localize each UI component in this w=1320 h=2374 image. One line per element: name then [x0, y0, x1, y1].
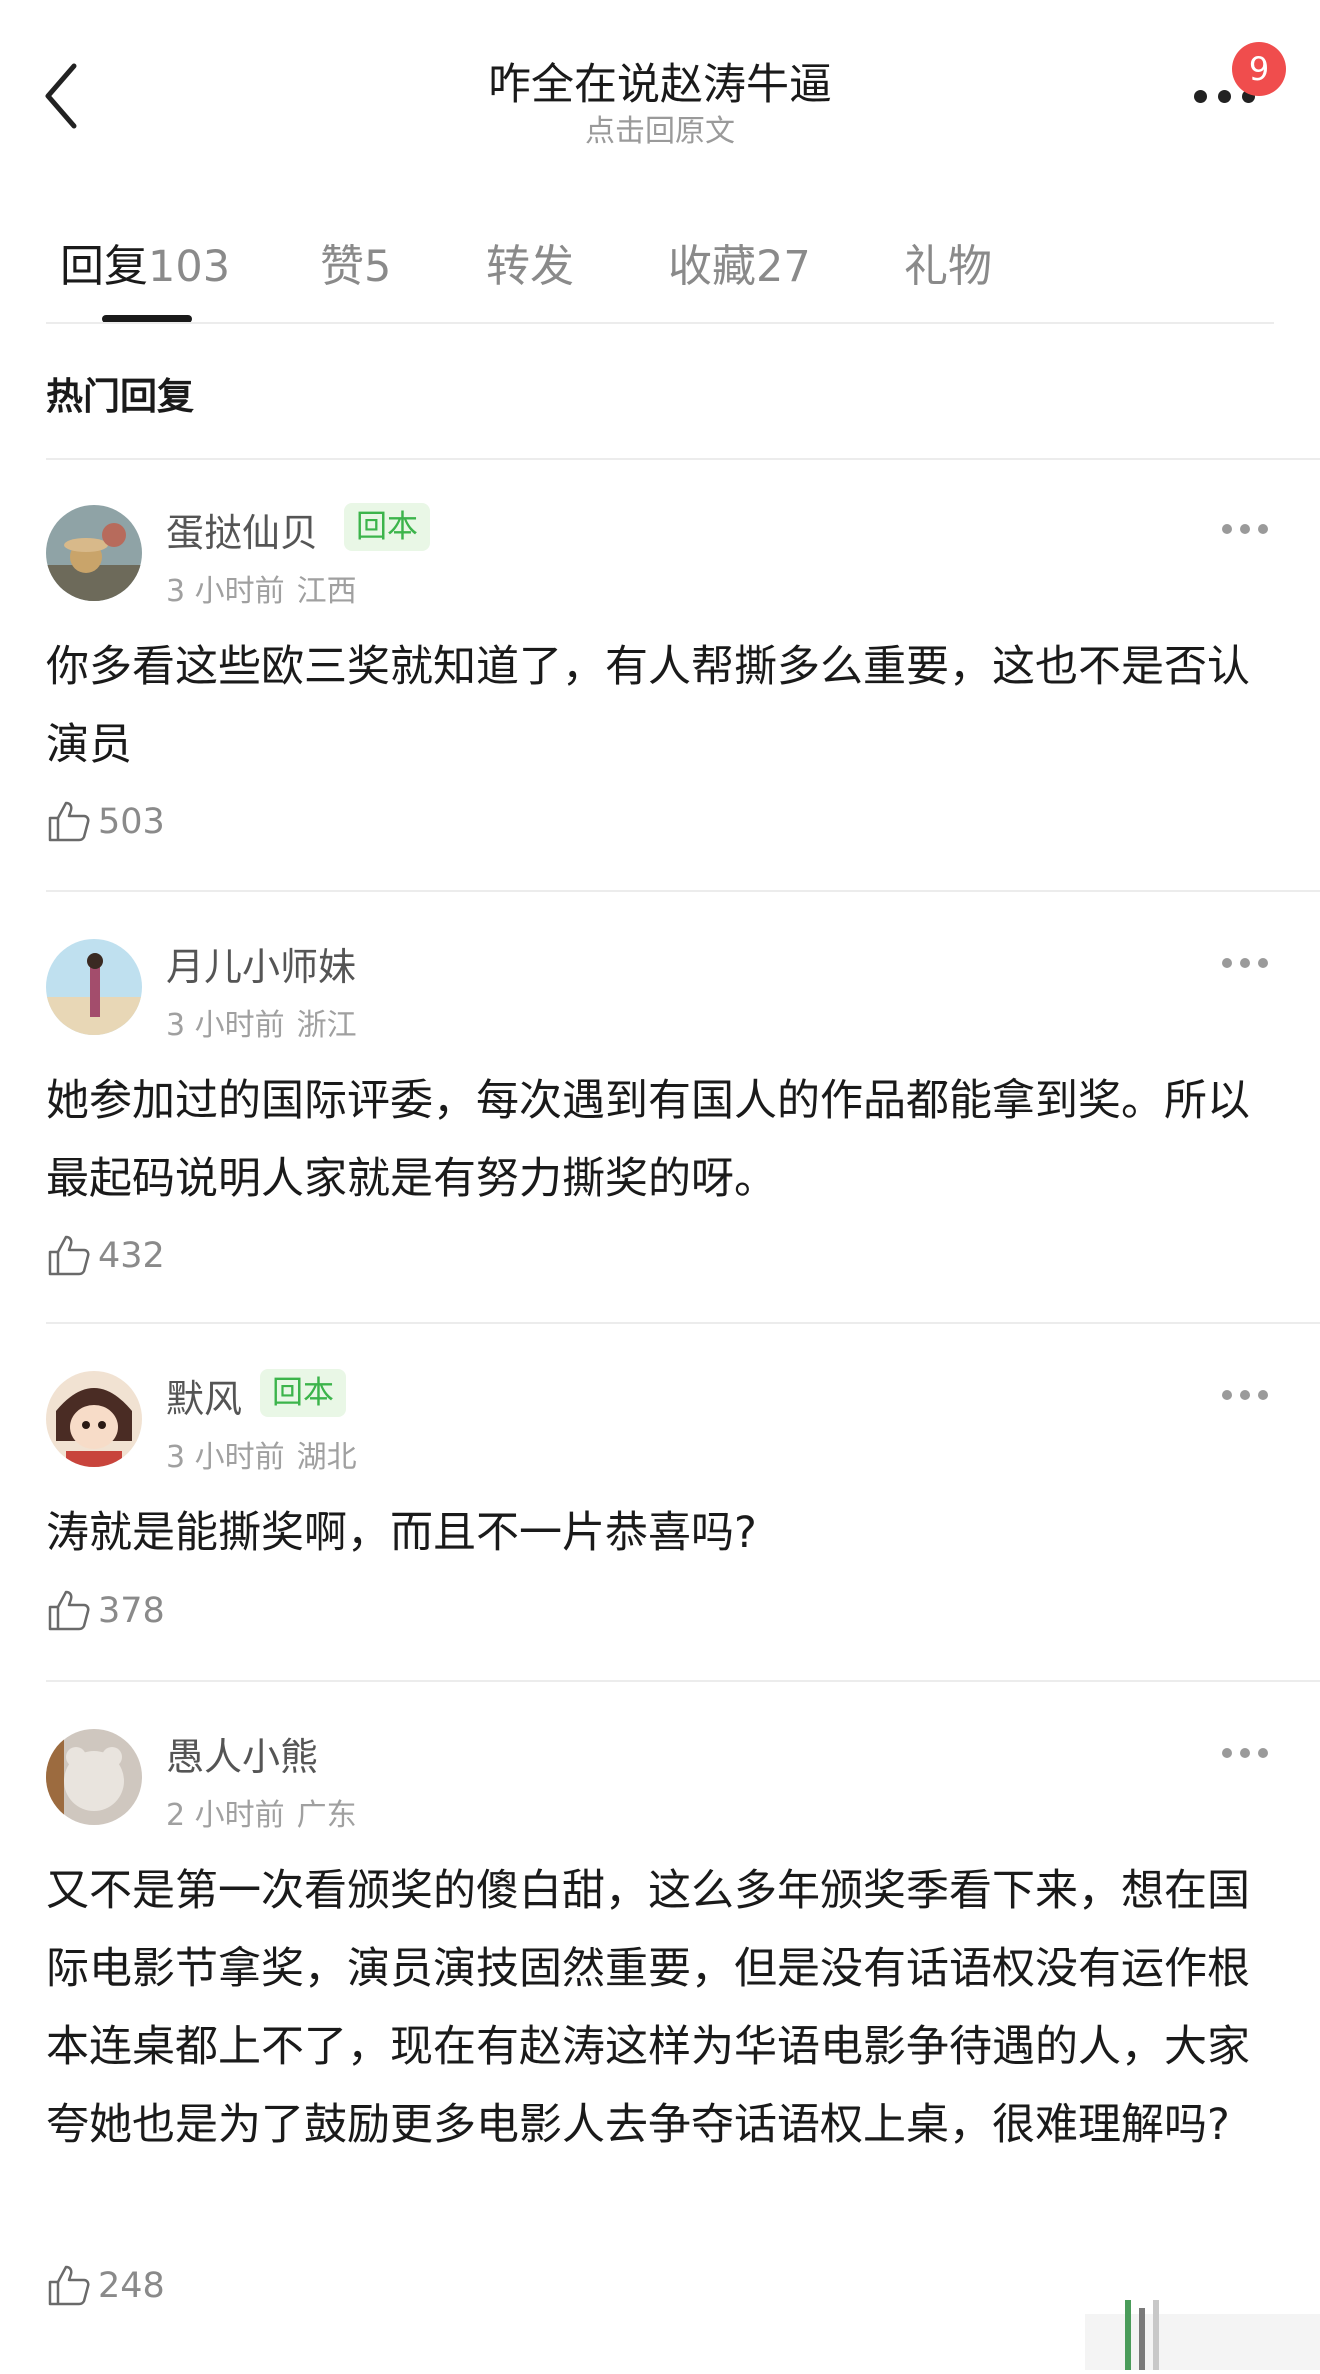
- more-dot: [1218, 90, 1231, 103]
- comment-more-button[interactable]: [1222, 954, 1268, 974]
- more-dot: [1240, 1748, 1250, 1758]
- thumbs-up-icon: [48, 801, 90, 842]
- user-tag: 回本: [344, 503, 430, 551]
- comment-text: 你多看这些欧三奖就知道了，有人帮撕多么重要，这也不是否认演员: [46, 642, 1250, 770]
- comment-meta: 3 小时前 浙江: [166, 1000, 357, 1044]
- more-dot: [1240, 524, 1250, 534]
- more-dot: [1240, 1390, 1250, 1400]
- comment-text: 又不是第一次看颁奖的傻白甜，这么多年颁奖季看下来，想在国际电影节拿奖，演员演技固…: [46, 1866, 1250, 2150]
- tab-label: 回复: [60, 241, 148, 292]
- like-count: 432: [98, 1236, 165, 1276]
- tab-count: 5: [364, 242, 392, 292]
- username[interactable]: 月儿小师妹: [166, 936, 356, 991]
- like-count: 378: [98, 1591, 165, 1631]
- comment-time: 3 小时前: [166, 1440, 285, 1475]
- comment-more-button[interactable]: [1222, 520, 1268, 540]
- avatar[interactable]: [46, 1371, 142, 1467]
- comment-meta: 3 小时前 湖北: [166, 1432, 357, 1476]
- avatar-image: [46, 939, 142, 1035]
- comment-text: 她参加过的国际评委，每次遇到有国人的作品都能拿到奖。所以最起码说明人家就是有努力…: [46, 1076, 1250, 1204]
- comment-time: 2 小时前: [166, 1798, 285, 1833]
- tab-count: 103: [148, 242, 231, 292]
- comment-text: 涛就是能撕奖啊，而且不一片恭喜吗?: [46, 1508, 757, 1558]
- comment-location: 江西: [296, 574, 357, 609]
- comment-location: 广东: [296, 1798, 357, 1833]
- more-dot: [1258, 1390, 1268, 1400]
- username[interactable]: 默风: [166, 1368, 242, 1423]
- tab-label: 赞: [320, 241, 364, 292]
- avatar-image: [46, 1371, 142, 1467]
- tab-gifts[interactable]: 礼物: [904, 230, 992, 294]
- more-dot: [1240, 958, 1250, 968]
- username[interactable]: 蛋挞仙贝: [166, 502, 318, 557]
- back-to-original-link[interactable]: 点击回原文: [0, 106, 1320, 150]
- comment-meta: 3 小时前 江西: [166, 566, 357, 610]
- avatar[interactable]: [46, 939, 142, 1035]
- comment-time: 3 小时前: [166, 1008, 285, 1043]
- comment-item: 蛋挞仙贝 回本 3 小时前 江西 你多看这些欧三奖就知道了，有人帮撕多么重要，这也…: [0, 458, 1320, 892]
- more-dots-icon: [1194, 90, 1207, 103]
- avatar-image: [46, 505, 142, 601]
- comment-more-button[interactable]: [1222, 1744, 1268, 1764]
- avatar-image: [46, 1729, 142, 1825]
- user-tag: 回本: [260, 1369, 346, 1417]
- like-count: 503: [98, 802, 165, 842]
- avatar[interactable]: [46, 505, 142, 601]
- tab-label: 收藏: [668, 241, 756, 292]
- thumbs-up-icon: [48, 2265, 90, 2306]
- like-count: 248: [98, 2266, 165, 2306]
- top-bar: 咋全在说赵涛牛逼 点击回原文 9: [0, 0, 1320, 160]
- avatar[interactable]: [46, 1729, 142, 1825]
- thumbs-up-icon: [48, 1235, 90, 1276]
- comment-more-button[interactable]: [1222, 1386, 1268, 1406]
- watermark-logo: [1085, 2290, 1320, 2370]
- more-dots-icon: [1222, 1390, 1232, 1400]
- tab-label: 礼物: [904, 241, 992, 292]
- tab-reposts[interactable]: 转发: [486, 230, 574, 294]
- more-dot: [1258, 958, 1268, 968]
- comment-item: 月儿小师妹 3 小时前 浙江 她参加过的国际评委，每次遇到有国人的作品都能拿到奖。…: [0, 892, 1320, 1324]
- comment-time: 3 小时前: [166, 574, 285, 609]
- tab-label: 转发: [486, 241, 574, 292]
- tab-count: 27: [756, 242, 811, 292]
- tab-replies[interactable]: 回复103: [60, 230, 230, 294]
- username[interactable]: 愚人小熊: [166, 1726, 318, 1781]
- more-dot: [1258, 1748, 1268, 1758]
- thumbs-up-icon: [48, 1590, 90, 1631]
- tab-favorites[interactable]: 收藏27: [668, 230, 811, 294]
- comment-item: 愚人小熊 2 小时前 广东 又不是第一次看颁奖的傻白甜，这么多年颁奖季看下来，想在…: [0, 1682, 1320, 2306]
- tab-likes[interactable]: 赞5: [320, 230, 391, 294]
- section-title: 热门回复: [46, 375, 194, 418]
- comment-location: 浙江: [296, 1008, 357, 1043]
- notification-badge: 9: [1232, 42, 1286, 96]
- more-dots-icon: [1222, 1748, 1232, 1758]
- more-dots-icon: [1222, 958, 1232, 968]
- comment-meta: 2 小时前 广东: [166, 1790, 357, 1834]
- more-dots-icon: [1222, 524, 1232, 534]
- divider: [46, 322, 1274, 324]
- tab-bar: 回复103 赞5 转发 收藏27 礼物: [0, 220, 1320, 325]
- post-title[interactable]: 咋全在说赵涛牛逼: [0, 50, 1320, 112]
- comment-item: 默风 回本 3 小时前 湖北 涛就是能撕奖啊，而且不一片恭喜吗? 378: [0, 1324, 1320, 1680]
- more-dot: [1258, 524, 1268, 534]
- comment-location: 湖北: [296, 1440, 357, 1475]
